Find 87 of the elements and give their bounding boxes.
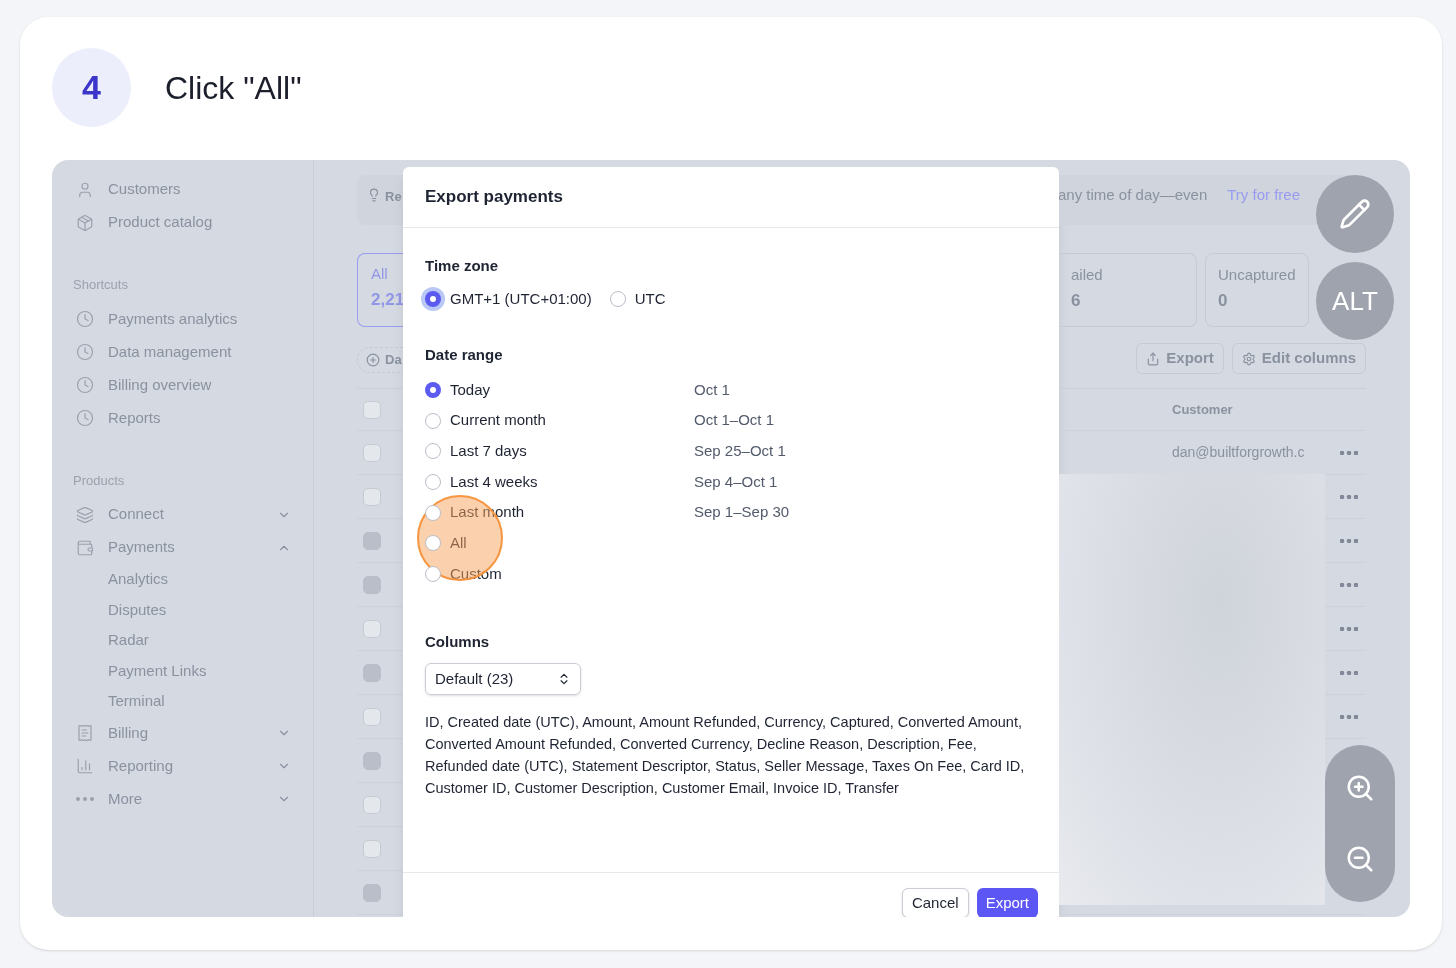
nav-icon [76, 409, 94, 427]
table-cell: dan@builtforgrowth.c [1172, 444, 1305, 461]
radio-button[interactable] [425, 504, 441, 521]
radio-label[interactable]: Last 7 days [450, 439, 527, 463]
field-label: Date range [425, 345, 504, 365]
cancel-button[interactable]: Cancel [901, 888, 969, 917]
zoom-in-icon[interactable] [1345, 773, 1375, 804]
radio-button[interactable] [425, 381, 441, 398]
nav-icon [76, 180, 94, 199]
nav-icon [76, 757, 94, 775]
sidebar-subitem[interactable]: Payment Links [108, 659, 207, 682]
sidebar-item[interactable]: Connect [108, 503, 277, 526]
gear-icon [1241, 351, 1256, 366]
status-card[interactable]: Uncaptured 0 [1205, 253, 1309, 327]
radio-button[interactable] [425, 535, 441, 552]
radio-label[interactable]: Current month [450, 409, 546, 432]
pencil-icon [1339, 198, 1371, 230]
lightbulb-icon [367, 188, 381, 202]
column-header: Customer [1172, 400, 1233, 419]
sidebar-item[interactable]: Billing overview [108, 373, 289, 397]
nav-icon [76, 376, 94, 394]
sidebar-subitem[interactable]: Radar [108, 629, 149, 652]
radio-label[interactable]: Last 4 weeks [450, 470, 538, 494]
step-title: Click "All" [165, 68, 302, 108]
row-checkbox[interactable] [363, 795, 381, 814]
more-icon [76, 797, 94, 801]
row-checkbox[interactable] [363, 707, 381, 726]
sidebar-item[interactable]: Reports [108, 406, 289, 430]
sidebar-subitem[interactable]: Terminal [108, 690, 165, 713]
sidebar-item[interactable]: Product catalog [108, 211, 289, 234]
row-checkbox[interactable] [363, 443, 381, 462]
nav-icon [76, 310, 94, 328]
more-icon[interactable] [1340, 714, 1358, 719]
radio-label[interactable]: UTC [634, 287, 666, 310]
sidebar-item[interactable]: Reporting [108, 754, 277, 778]
try-link[interactable]: Try for free [1227, 183, 1301, 207]
dialog-title: Export payments [425, 186, 563, 209]
toolbar-button[interactable]: Export [1136, 343, 1224, 374]
nav-icon [76, 343, 94, 361]
row-checkbox[interactable] [363, 400, 381, 419]
sidebar-subitem[interactable]: Disputes [108, 598, 167, 621]
nav-icon [76, 538, 94, 557]
row-checkbox[interactable] [363, 839, 381, 858]
sidebar-subitem[interactable]: Analytics [108, 568, 169, 591]
field-label: Time zone [425, 256, 500, 276]
alt-button[interactable]: ALT [1316, 262, 1394, 340]
date-range-text: Oct 1–Oct 1 [694, 410, 776, 431]
export-button[interactable]: Export [976, 888, 1038, 917]
step-badge: 4 [52, 48, 131, 127]
radio-label[interactable]: Today [450, 378, 491, 402]
toolbar-button[interactable]: Edit columns [1231, 343, 1366, 374]
more-icon[interactable] [1340, 450, 1358, 455]
status-card[interactable]: ailed 6 [1059, 253, 1197, 327]
sidebar-item[interactable]: Billing [108, 721, 277, 745]
banner-text: Re [385, 188, 402, 206]
radio-button[interactable] [425, 473, 441, 490]
more-icon[interactable] [1340, 626, 1358, 631]
radio-button[interactable] [425, 290, 441, 307]
columns-description: ID, Created date (UTC), Amount, Amount Refunded, Currency, Captured, Converted Amount, Converted Amount Refunded, Converted Currency, Decline Reason, Description, Fee, Refunded date (UTC), Statement Descriptor, Status, Seller Message, Taxes On Fee, Card ID, Customer ID, Customer Description, Customer Email, Invoice ID, Transfer [425, 712, 1026, 798]
section-heading: Shortcuts [73, 276, 129, 294]
date-range-text: Sep 1–Sep 30 [694, 502, 791, 523]
plus-icon [366, 353, 380, 367]
nav-icon [76, 213, 94, 232]
columns-select[interactable]: Default (23) [425, 662, 581, 695]
radio-button[interactable] [425, 565, 441, 582]
share-icon [1146, 351, 1161, 366]
sidebar-item[interactable]: Payments analytics [108, 307, 289, 331]
sidebar-item[interactable]: Customers [108, 178, 289, 201]
banner-text: any time of day—even [1059, 184, 1208, 205]
date-range-text: Sep 25–Oct 1 [694, 440, 787, 461]
radio-button[interactable] [425, 412, 441, 429]
row-checkbox[interactable] [363, 487, 381, 506]
nav-icon [76, 505, 94, 524]
date-range-text: Sep 4–Oct 1 [694, 471, 779, 492]
row-checkbox[interactable] [363, 619, 381, 638]
radio-button[interactable] [425, 443, 441, 460]
date-range-text: Oct 1 [694, 379, 731, 400]
field-label: Columns [425, 632, 491, 653]
section-heading: Products [73, 471, 126, 490]
radio-label[interactable]: All [450, 532, 467, 555]
radio-label[interactable]: GMT+1 (UTC+01:00) [450, 287, 592, 310]
sidebar-item[interactable]: More [108, 787, 277, 811]
radio-button[interactable] [609, 290, 626, 307]
nav-icon [76, 724, 94, 742]
sidebar-item[interactable]: Payments [108, 536, 277, 559]
sidebar-item[interactable]: Data management [108, 340, 289, 364]
more-icon[interactable] [1340, 494, 1358, 499]
